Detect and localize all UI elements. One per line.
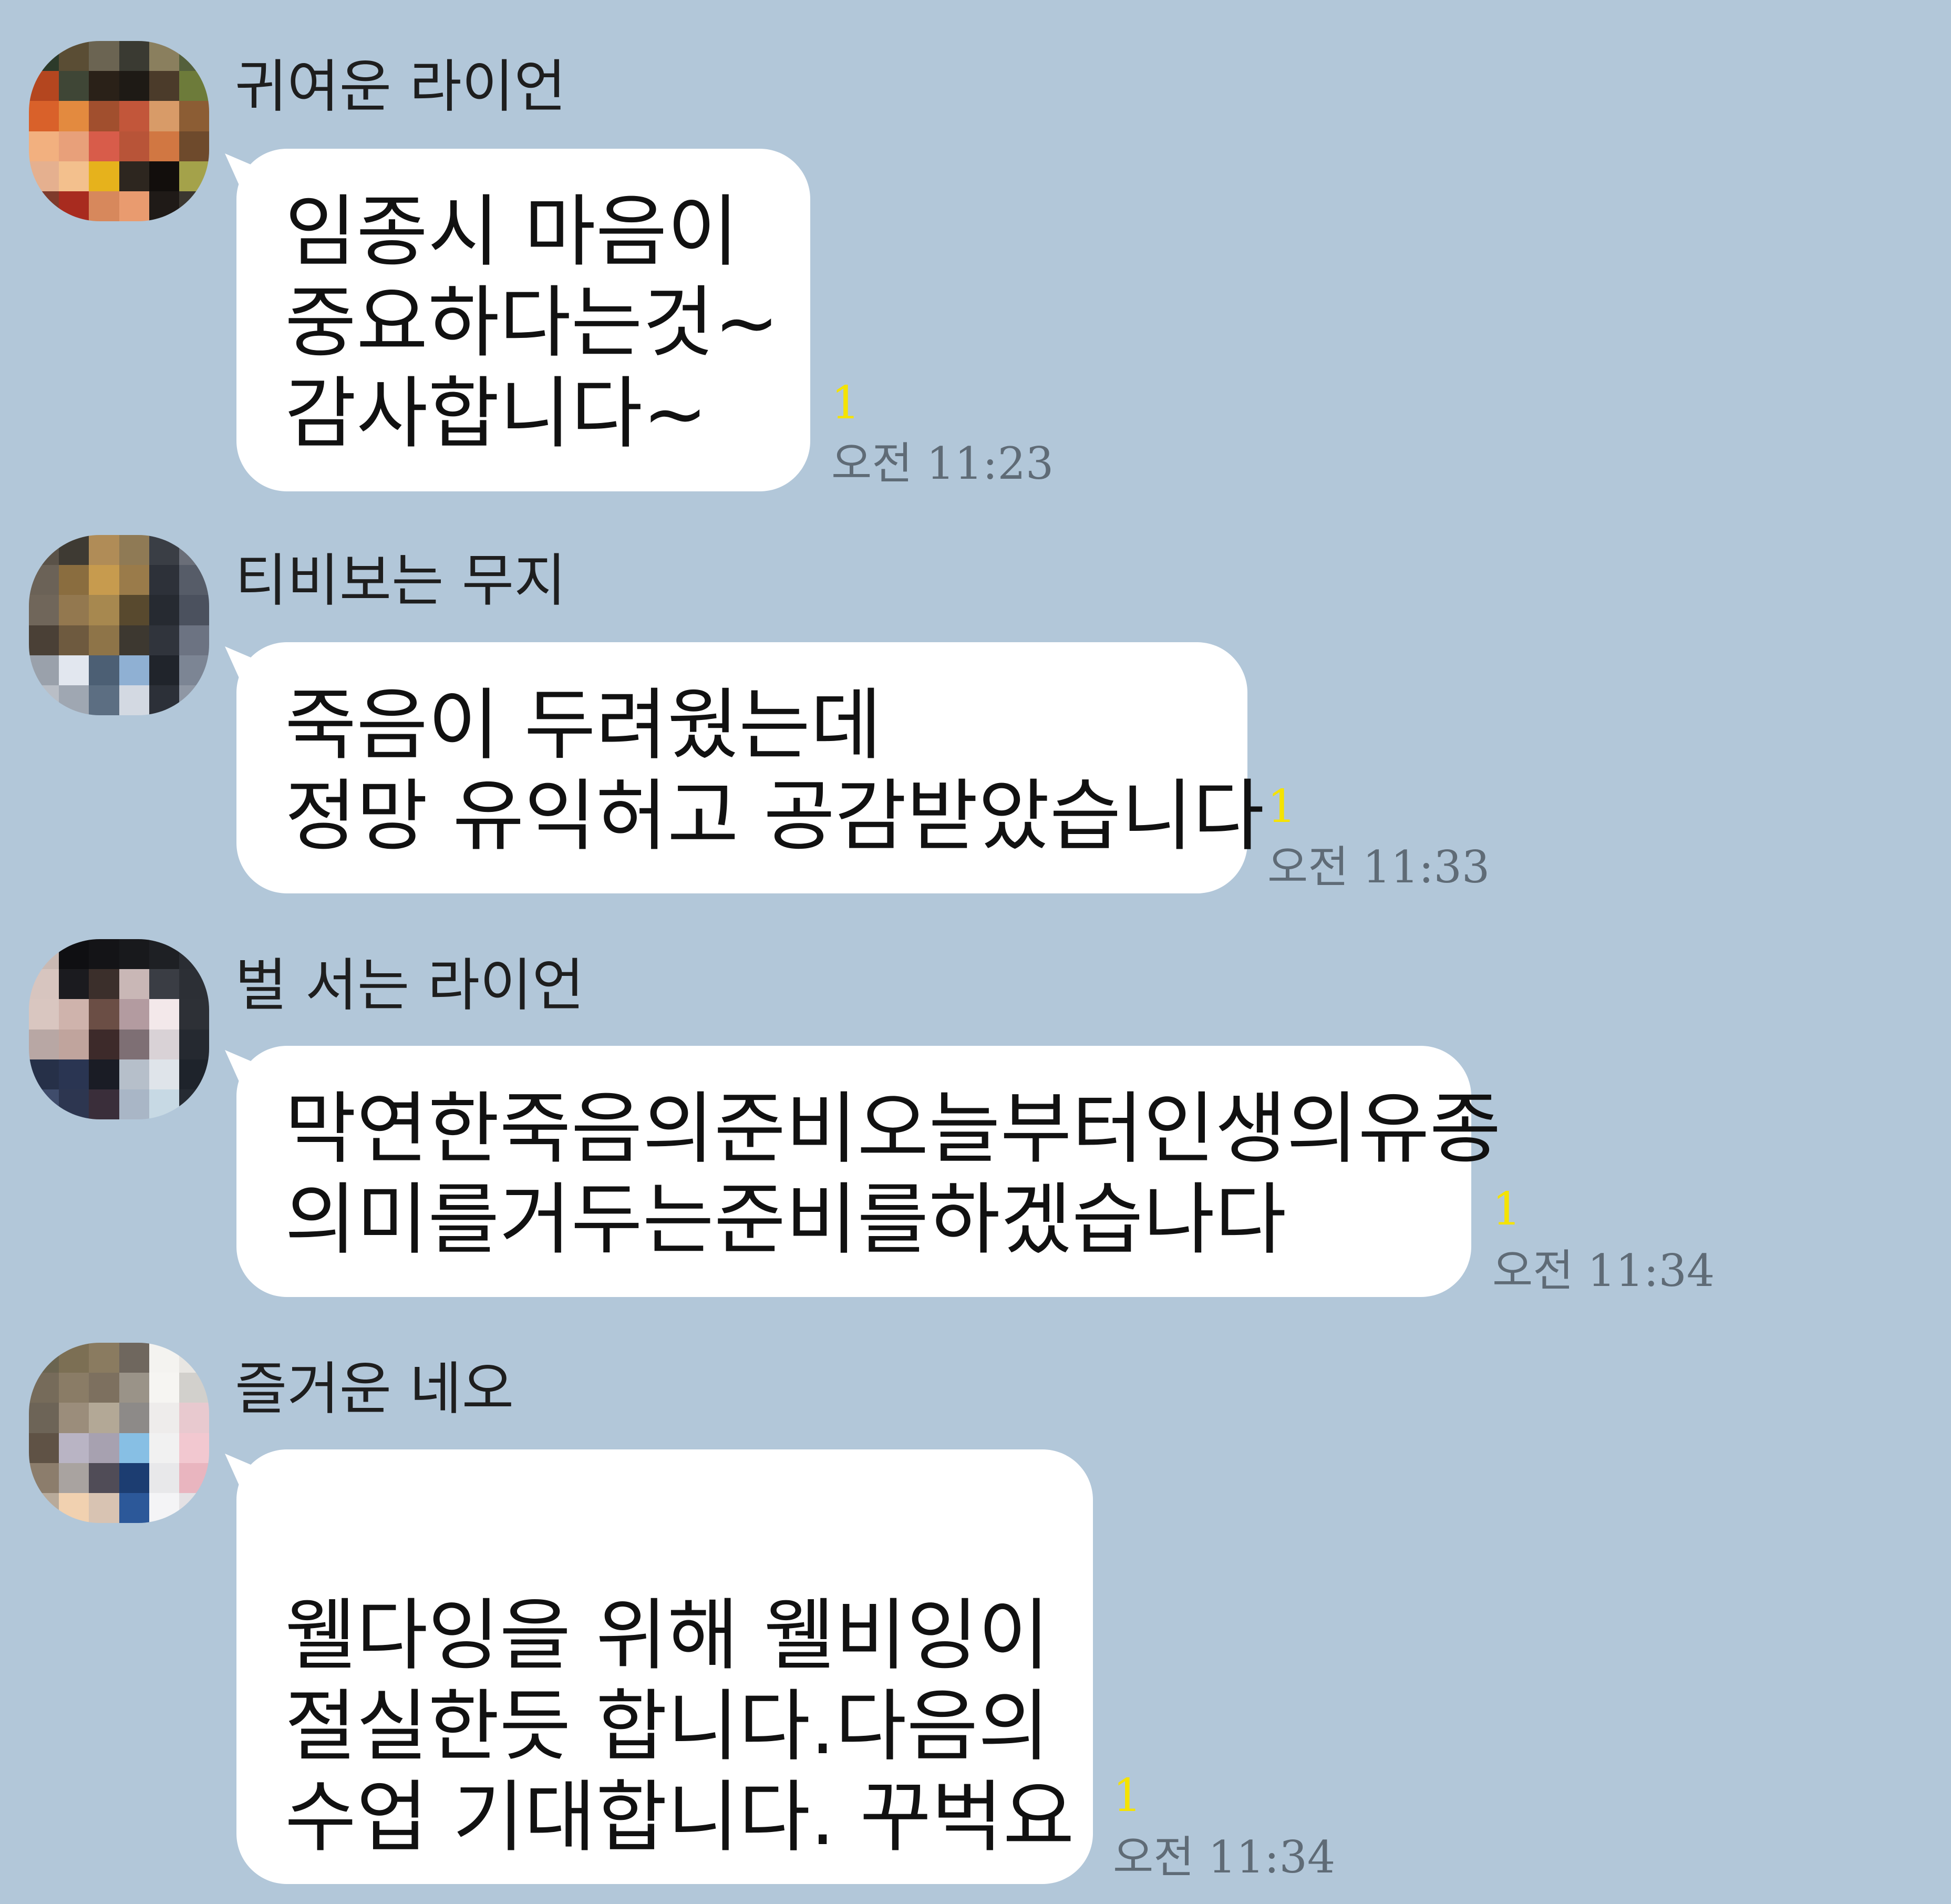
sender-name: 귀여운 라이언 (235, 54, 566, 120)
unread-count: 1 (1113, 1769, 1142, 1822)
sender-name: 티비보는 무지 (235, 548, 566, 614)
message-line: 수업 기대합니다. 꾸벅요 (285, 1772, 1075, 1862)
message-line: 의미를거두는준비를하겠습나다 (285, 1175, 1287, 1265)
message-line: 정망 유익허고 공감받았습니다 (285, 771, 1265, 861)
avatar[interactable] (29, 41, 209, 221)
message-bubble[interactable]: 임종시 마음이 중요하다는것~ 감사합니다~ (236, 149, 810, 491)
unread-count: 1 (831, 377, 860, 429)
unread-count: 1 (1492, 1183, 1521, 1236)
message-time: 오전 11:23 (831, 438, 1054, 489)
avatar[interactable] (29, 939, 209, 1119)
message-time: 오전 11:34 (1492, 1245, 1715, 1296)
avatar[interactable] (29, 535, 209, 715)
message-line: 임종시 마음이 (285, 187, 739, 277)
sender-name: 벌 서는 라이언 (235, 953, 584, 1018)
message-line: 감사합니다~ (285, 368, 708, 459)
message-bubble[interactable]: 막연한죽음의준비오늘부터인생의유종 의미를거두는준비를하겠습나다 (236, 1046, 1501, 1297)
message-line: 웰다잉을 위해 웰비잉이 (285, 1590, 1050, 1681)
message-line: 막연한죽음의준비오늘부터인생의유종 (285, 1084, 1501, 1174)
message-line: 절실한듯 합니다.다음의 (285, 1681, 1050, 1772)
message-line: 죽음이 두려웠는데 (285, 680, 882, 770)
message-bubble[interactable]: 죽음이 두려웠는데 정망 유익허고 공감받았습니다 (236, 642, 1265, 893)
unread-count: 1 (1267, 780, 1296, 833)
message-bubble[interactable]: 웰다잉을 위해 웰비잉이 절실한듯 합니다.다음의 수업 기대합니다. 꾸벅요 (236, 1449, 1093, 1884)
avatar[interactable] (29, 1343, 209, 1523)
message-time: 오전 11:34 (1113, 1831, 1336, 1883)
message-line: 중요하다는것~ (285, 277, 779, 368)
message-time: 오전 11:33 (1267, 841, 1490, 893)
sender-name: 즐거운 네오 (235, 1356, 514, 1422)
